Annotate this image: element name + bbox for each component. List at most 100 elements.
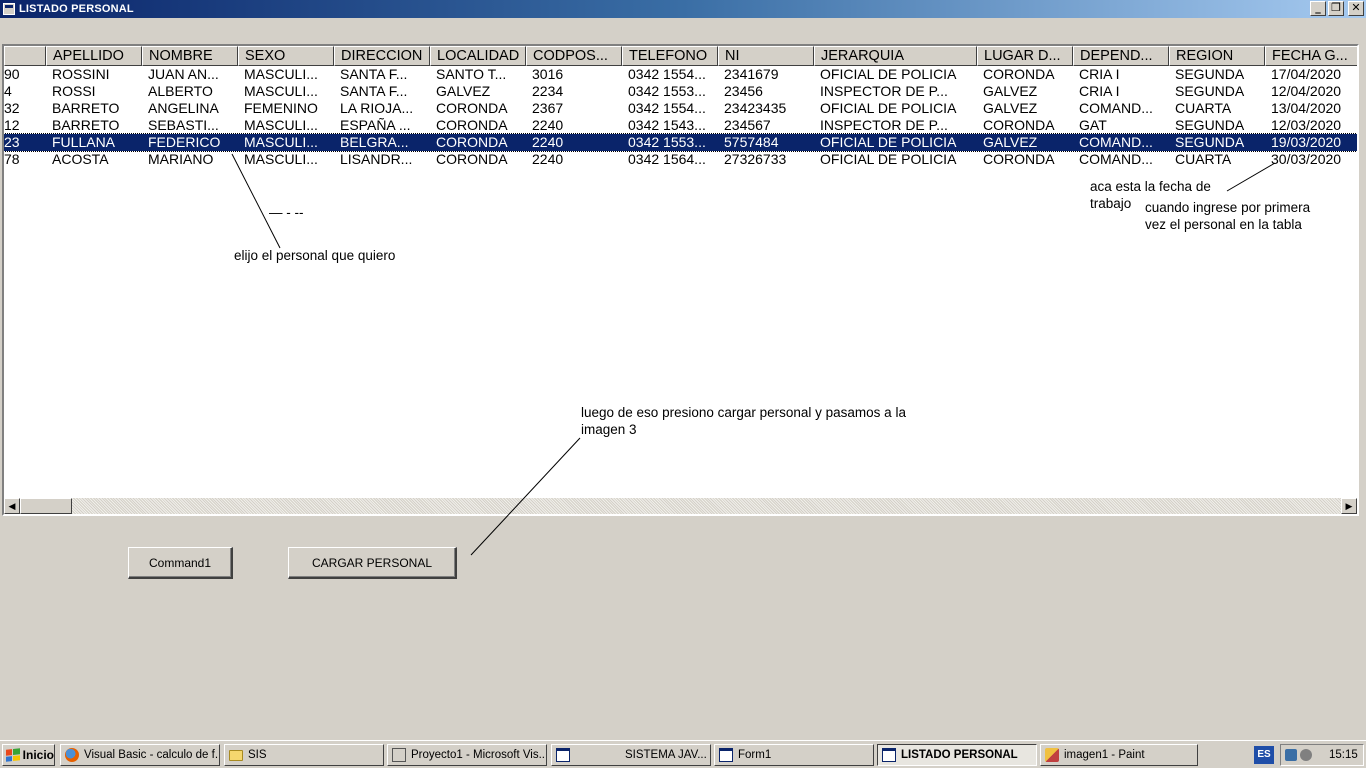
column-header[interactable]: DEPEND... xyxy=(1073,46,1169,66)
volume-icon[interactable] xyxy=(1300,749,1312,761)
table-cell: CORONDA xyxy=(983,66,1055,82)
table-cell: CORONDA xyxy=(436,117,508,133)
vb-icon xyxy=(392,748,406,762)
table-cell: SANTA F... xyxy=(340,66,408,82)
task-item-visual-basic[interactable]: Visual Basic - calculo de f... xyxy=(60,744,220,766)
table-cell: SANTO T... xyxy=(436,66,507,82)
grid-content: APELLIDO NOMBRE SEXO DIRECCION LOCALIDAD CODP… xyxy=(4,46,1357,496)
language-indicator[interactable]: ES xyxy=(1254,746,1274,764)
column-header[interactable]: REGION xyxy=(1169,46,1265,66)
column-header[interactable]: TELEFONO xyxy=(622,46,718,66)
column-header[interactable]: DIRECCION xyxy=(334,46,430,66)
table-cell: 12/03/2020 xyxy=(1271,117,1342,133)
table-cell: FULLANA xyxy=(52,134,116,150)
table-row[interactable]: 4 ROSSI ALBERTO MASCULI... SANTA F... GALVEZ 2… xyxy=(4,83,1357,100)
table-cell: BARRETO xyxy=(52,117,120,133)
command1-button[interactable]: Command1 xyxy=(128,547,233,579)
cargar-personal-button[interactable]: CARGAR PERSONAL xyxy=(288,547,457,579)
table-cell: 0342 1543... xyxy=(628,117,706,133)
table-cell: 0342 1553... xyxy=(628,134,706,150)
table-cell: CORONDA xyxy=(436,134,508,150)
task-label: Form1 xyxy=(738,749,772,761)
column-header[interactable] xyxy=(4,46,46,66)
task-label: SISTEMA JAV... xyxy=(625,749,707,761)
table-cell: 90 xyxy=(4,66,20,82)
table-row[interactable]: 90 ROSSINI JUAN AN... MASCULI... SANTA F... S… xyxy=(4,66,1357,83)
table-row[interactable]: 78 ACOSTA MARIANO MASCULI... LISANDR... CORON… xyxy=(4,151,1357,168)
start-button[interactable]: Inicio xyxy=(2,744,55,766)
scroll-right-button[interactable]: ▶ xyxy=(1341,498,1357,514)
horizontal-scrollbar[interactable]: ◀ ▶ xyxy=(4,498,1357,514)
annotation-date-1: aca esta la fecha de xyxy=(1090,179,1211,194)
task-item-paint[interactable]: imagen1 - Paint xyxy=(1040,744,1198,766)
folder-icon xyxy=(229,749,243,761)
table-cell: 13/04/2020 xyxy=(1271,100,1342,116)
table-cell: 12 xyxy=(4,117,20,133)
table-cell: 3016 xyxy=(532,66,564,82)
column-header[interactable]: LOCALIDAD xyxy=(430,46,526,66)
table-cell: LA RIOJA... xyxy=(340,100,414,116)
table-row[interactable]: 12 BARRETO SEBASTI... MASCULI... ESPAÑA ... C… xyxy=(4,117,1357,134)
table-cell: SEGUNDA xyxy=(1175,134,1245,150)
task-item-sistema[interactable]: SISTEMA JAV... xyxy=(551,744,711,766)
table-cell: ALBERTO xyxy=(148,83,213,99)
table-cell: 0342 1554... xyxy=(628,66,706,82)
table-cell: ROSSI xyxy=(52,83,96,99)
table-cell: CORONDA xyxy=(983,117,1055,133)
table-cell: 19/03/2020 xyxy=(1271,134,1342,150)
column-header[interactable]: LUGAR D... xyxy=(977,46,1073,66)
restore-button[interactable]: ❐ xyxy=(1328,1,1344,16)
table-cell: 23 xyxy=(4,134,20,150)
minimize-button[interactable]: _ xyxy=(1310,1,1326,16)
table-cell: BELGRA... xyxy=(340,134,409,150)
table-cell: COMAND... xyxy=(1079,134,1153,150)
scroll-left-button[interactable]: ◀ xyxy=(4,498,20,514)
table-cell: GALVEZ xyxy=(983,100,1038,116)
table-cell: FEDERICO xyxy=(148,134,221,150)
title-bar: LISTADO PERSONAL _ ❐ ✕ xyxy=(0,0,1366,18)
system-tray: 15:15 xyxy=(1280,744,1364,766)
table-cell: 5757484 xyxy=(724,134,779,150)
table-cell: JUAN AN... xyxy=(148,66,219,82)
table-cell: LISANDR... xyxy=(340,151,413,167)
annotation-dash: — - -- xyxy=(269,205,304,220)
table-cell: OFICIAL DE POLICIA xyxy=(820,100,957,116)
window-title: LISTADO PERSONAL xyxy=(19,3,134,15)
window-controls: _ ❐ ✕ xyxy=(1310,1,1364,16)
table-cell: 17/04/2020 xyxy=(1271,66,1342,82)
task-item-listado-personal[interactable]: LISTADO PERSONAL xyxy=(877,744,1037,766)
task-label: imagen1 - Paint xyxy=(1064,749,1145,761)
scroll-thumb[interactable] xyxy=(20,498,72,514)
network-icon[interactable] xyxy=(1285,749,1297,761)
task-item-proyecto1[interactable]: Proyecto1 - Microsoft Vis... xyxy=(387,744,547,766)
table-cell: MASCULI... xyxy=(244,151,318,167)
column-header[interactable]: CODPOS... xyxy=(526,46,622,66)
close-button[interactable]: ✕ xyxy=(1348,1,1364,16)
personal-grid[interactable]: APELLIDO NOMBRE SEXO DIRECCION LOCALIDAD CODP… xyxy=(2,44,1359,516)
table-cell: CORONDA xyxy=(983,151,1055,167)
column-header[interactable]: FECHA G... xyxy=(1265,46,1357,66)
column-header[interactable]: APELLIDO xyxy=(46,46,142,66)
column-header[interactable]: SEXO xyxy=(238,46,334,66)
column-header[interactable]: JERARQUIA xyxy=(814,46,977,66)
task-item-sis[interactable]: SIS xyxy=(224,744,384,766)
table-cell: OFICIAL DE POLICIA xyxy=(820,66,957,82)
table-cell: 23456 xyxy=(724,83,763,99)
table-cell: 2240 xyxy=(532,151,564,167)
column-header[interactable]: NI xyxy=(718,46,814,66)
column-header[interactable]: NOMBRE xyxy=(142,46,238,66)
table-cell: SEGUNDA xyxy=(1175,66,1245,82)
table-cell: MASCULI... xyxy=(244,134,318,150)
table-row[interactable]: 32 BARRETO ANGELINA FEMENINO LA RIOJA... CORO… xyxy=(4,100,1357,117)
paint-icon xyxy=(1045,748,1059,762)
table-cell: GALVEZ xyxy=(983,83,1038,99)
table-row[interactable]: 23 FULLANA FEDERICO MASCULI... BELGRA... CORO… xyxy=(4,133,1357,152)
table-cell: 2240 xyxy=(532,117,564,133)
firefox-icon xyxy=(65,748,79,762)
table-cell: OFICIAL DE POLICIA xyxy=(820,134,957,150)
task-item-form1[interactable]: Form1 xyxy=(714,744,874,766)
table-cell: MASCULI... xyxy=(244,83,318,99)
annotation-load-1: luego de eso presiono cargar personal y … xyxy=(581,405,906,420)
annotation-load-2: imagen 3 xyxy=(581,422,637,437)
task-label: Visual Basic - calculo de f... xyxy=(84,749,220,761)
